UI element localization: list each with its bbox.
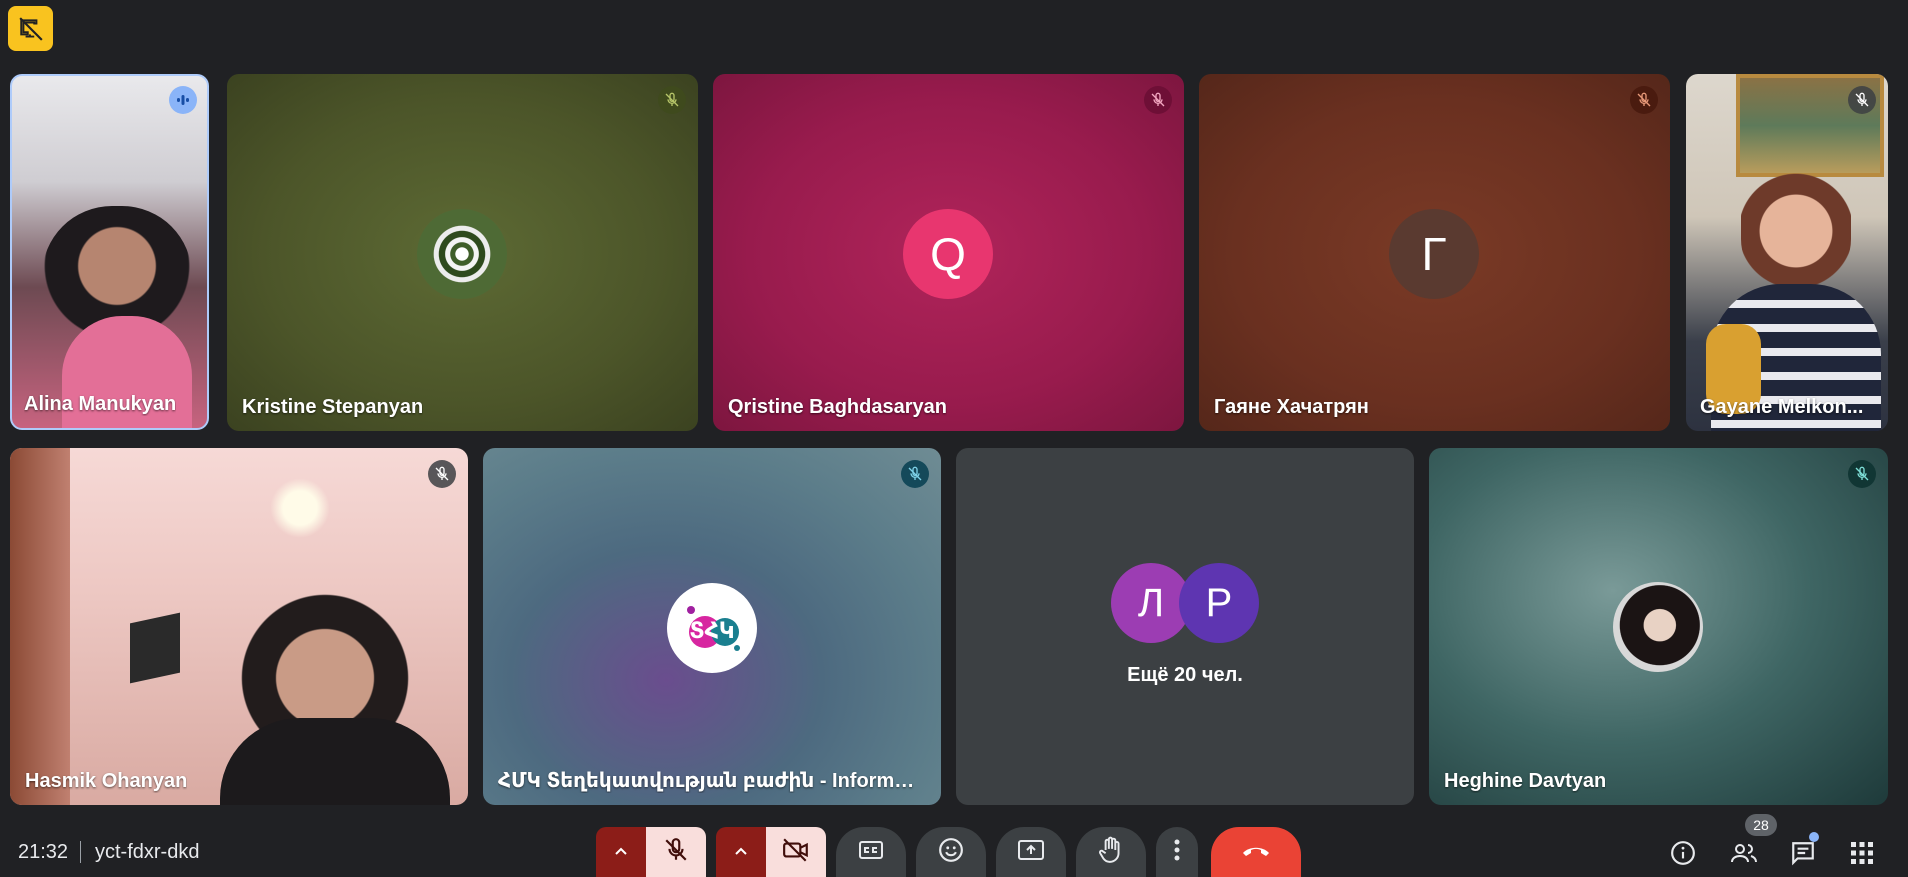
- participant-tile[interactable]: Heghine Davtyan: [1429, 448, 1888, 805]
- bottom-bar: 21:32 yct-fdxr-dkd 28: [0, 814, 1908, 877]
- people-icon: [1729, 841, 1759, 870]
- chevron-up-icon: [614, 843, 628, 861]
- participant-name: Hasmik Ohanyan: [25, 770, 188, 792]
- captions-button[interactable]: [836, 827, 906, 877]
- participant-name: ՀՄԿ Տեղեկատվության բաժին - Informati...: [498, 770, 918, 792]
- participant-tile[interactable]: Gayane Melkon...: [1686, 74, 1888, 431]
- video-options-button[interactable]: [716, 827, 766, 877]
- participant-video: [10, 448, 468, 805]
- audio-options-button[interactable]: [596, 827, 646, 877]
- participant-name: Гаяне Хачатрян: [1214, 396, 1369, 418]
- end-call-icon: [1240, 843, 1272, 862]
- no-video-pin-icon[interactable]: [8, 6, 53, 51]
- chevron-up-icon: [734, 843, 748, 861]
- participant-tile[interactable]: Г Гаяне Хачатрян: [1199, 74, 1670, 431]
- mic-off-icon: [1630, 86, 1658, 114]
- microphone-toggle-button[interactable]: [646, 827, 706, 877]
- meeting-info-button[interactable]: [1663, 835, 1703, 875]
- avatar: [417, 209, 507, 299]
- participant-video: [12, 76, 207, 428]
- mic-off-icon: [1848, 460, 1876, 488]
- camera-toggle-button[interactable]: [766, 827, 826, 877]
- avatar: Г: [1389, 209, 1479, 299]
- speaking-icon: [169, 86, 197, 114]
- participant-tile[interactable]: ՏՀԿ ՀՄԿ Տեղեկատվության բաժին - Informati…: [483, 448, 941, 805]
- mic-off-icon: [663, 837, 689, 868]
- participant-tile[interactable]: Alina Manukyan: [10, 74, 209, 430]
- activities-icon: [1851, 841, 1873, 869]
- participant-tile[interactable]: Q Qristine Baghdasaryan: [713, 74, 1184, 431]
- raise-hand-icon: [1098, 836, 1124, 869]
- present-button[interactable]: [996, 827, 1066, 877]
- participant-name: Kristine Stepanyan: [242, 396, 424, 418]
- participant-name: Heghine Davtyan: [1444, 770, 1607, 792]
- logo-avatar: ՏՀԿ: [667, 583, 757, 673]
- present-icon: [1017, 838, 1045, 867]
- people-button[interactable]: [1724, 835, 1764, 875]
- more-participants-label: Ещё 20 чел.: [1127, 664, 1243, 686]
- participant-name: Alina Manukyan: [24, 393, 177, 415]
- participant-tile[interactable]: Kristine Stepanyan: [227, 74, 698, 431]
- avatar: Р: [1179, 563, 1259, 643]
- participant-name: Qristine Baghdasaryan: [728, 396, 947, 418]
- emoji-icon: [938, 837, 964, 868]
- meeting-code: yct-fdxr-dkd: [95, 841, 200, 863]
- captions-icon: [858, 839, 884, 866]
- chat-unread-dot: [1809, 832, 1819, 842]
- more-icon: [1174, 839, 1180, 866]
- divider: [80, 841, 81, 863]
- avatar: Q: [903, 209, 993, 299]
- leave-call-button[interactable]: [1211, 827, 1301, 877]
- activities-button[interactable]: [1842, 835, 1882, 875]
- raise-hand-button[interactable]: [1076, 827, 1146, 877]
- participant-video: [1686, 74, 1888, 431]
- video-off-icon: [782, 837, 810, 868]
- mic-off-icon: [658, 86, 686, 114]
- more-options-button[interactable]: [1156, 827, 1198, 877]
- participant-name: Gayane Melkon...: [1700, 396, 1864, 418]
- clock: 21:32: [18, 841, 69, 863]
- more-participants-tile[interactable]: Л Р Ещё 20 чел.: [956, 448, 1414, 805]
- mic-off-icon: [1848, 86, 1876, 114]
- participant-tile[interactable]: Hasmik Ohanyan: [10, 448, 468, 805]
- svg-text:ՏՀԿ: ՏՀԿ: [689, 619, 734, 644]
- mic-off-icon: [901, 460, 929, 488]
- avatar: [1613, 582, 1703, 672]
- chat-icon: [1790, 840, 1816, 871]
- reactions-button[interactable]: [916, 827, 986, 877]
- people-count-badge: 28: [1745, 814, 1777, 836]
- mic-off-icon: [1144, 86, 1172, 114]
- mic-off-icon: [428, 460, 456, 488]
- info-icon: [1670, 840, 1696, 871]
